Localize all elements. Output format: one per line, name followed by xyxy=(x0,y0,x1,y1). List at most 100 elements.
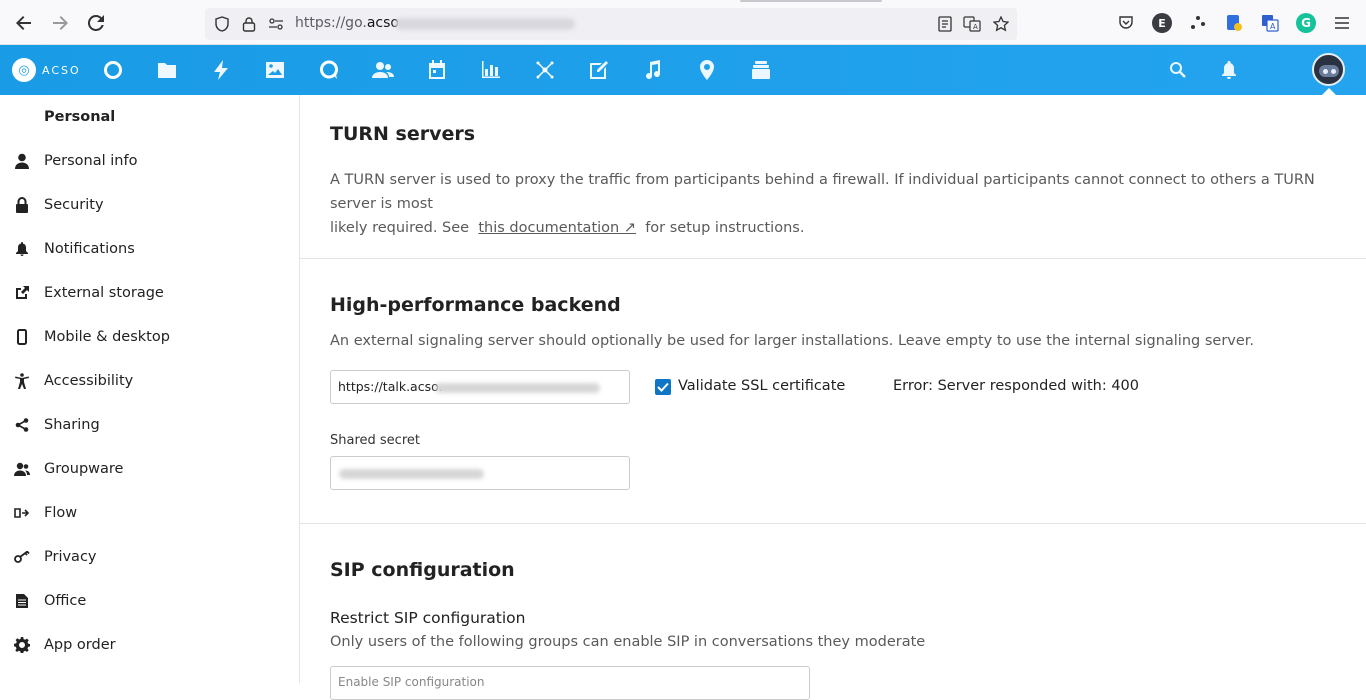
notes-icon[interactable] xyxy=(588,59,610,81)
signaling-server-value: https://talk.acso. xyxy=(338,379,443,394)
extension-e-icon[interactable]: E xyxy=(1152,13,1172,33)
grammarly-icon[interactable]: G xyxy=(1296,13,1316,33)
sidebar-item-label: App order xyxy=(44,637,116,653)
sidebar-item-notifications[interactable]: Notifications xyxy=(0,229,299,269)
sidebar-item-flow[interactable]: Flow xyxy=(0,493,299,533)
app-header: ◎ ACSO xyxy=(0,45,1366,95)
accessibility-icon xyxy=(13,372,31,390)
sidebar-item-groupware[interactable]: Groupware xyxy=(0,449,299,489)
permissions-icon[interactable] xyxy=(267,15,285,33)
validate-ssl-checkbox[interactable] xyxy=(655,379,671,395)
sidebar-item-privacy[interactable]: Privacy xyxy=(0,537,299,577)
validate-ssl-label[interactable]: Validate SSL certificate xyxy=(678,378,845,394)
shared-secret-input[interactable] xyxy=(330,456,630,490)
back-arrow-icon[interactable] xyxy=(12,11,36,35)
browser-toolbar: https://go.acso A E A G xyxy=(0,0,1366,45)
bell-icon xyxy=(13,240,31,258)
sidebar-item-label: External storage xyxy=(44,285,164,301)
share-icon xyxy=(13,416,31,434)
url-text: https://go.acso xyxy=(295,15,399,31)
restrict-sip-title: Restrict SIP configuration xyxy=(330,609,526,627)
analytics-icon[interactable] xyxy=(480,59,502,81)
sidebar-item-label: Office xyxy=(44,593,87,609)
sidebar-item-label: Mobile & desktop xyxy=(44,329,170,345)
calendar-icon[interactable] xyxy=(426,59,448,81)
sidebar-item-app-order[interactable]: App order xyxy=(0,625,299,665)
phone-icon xyxy=(13,328,31,346)
document-icon xyxy=(13,592,31,610)
activity-icon[interactable] xyxy=(210,59,232,81)
sidebar-item-label: Sharing xyxy=(44,417,100,433)
extension-translate-icon[interactable]: A xyxy=(1260,13,1280,33)
dashboard-icon[interactable] xyxy=(102,59,124,81)
pocket-icon[interactable] xyxy=(1116,13,1136,33)
turn-description-pre: likely required. See xyxy=(330,220,470,236)
sidebar-item-label: Flow xyxy=(44,505,78,521)
sidebar-item-office[interactable]: Office xyxy=(0,581,299,621)
lock-icon[interactable] xyxy=(240,15,258,33)
server-error-message: Error: Server responded with: 400 xyxy=(893,378,1139,394)
shared-secret-label: Shared secret xyxy=(330,433,420,448)
avatar[interactable] xyxy=(1312,53,1345,86)
reload-icon[interactable] xyxy=(84,11,108,35)
signaling-server-input[interactable]: https://talk.acso. xyxy=(330,370,630,404)
forward-arrow-icon[interactable] xyxy=(48,11,72,35)
sidebar-item-label: Accessibility xyxy=(44,373,134,389)
sidebar-item-mobile-desktop[interactable]: Mobile & desktop xyxy=(0,317,299,357)
restrict-sip-description: Only users of the following groups can e… xyxy=(330,634,926,650)
deck-icon[interactable] xyxy=(534,59,556,81)
main-content: TURN servers A TURN server is used to pr… xyxy=(300,95,1366,700)
logo-text: ACSO xyxy=(42,63,81,77)
tab-indicator xyxy=(740,0,882,2)
search-icon[interactable] xyxy=(1168,60,1188,80)
notifications-bell-icon[interactable] xyxy=(1219,60,1239,80)
user-icon xyxy=(13,152,31,170)
translate-icon[interactable]: A xyxy=(963,15,981,33)
url-bar[interactable]: https://go.acso A xyxy=(205,8,1017,40)
hpb-description: An external signaling server should opti… xyxy=(330,333,1255,349)
sidebar-item-label: Personal info xyxy=(44,153,138,169)
sidebar-item-accessibility[interactable]: Accessibility xyxy=(0,361,299,401)
sidebar-item-external-storage[interactable]: External storage xyxy=(0,273,299,313)
documentation-link[interactable]: this documentation ↗ xyxy=(478,220,636,236)
contacts-icon[interactable] xyxy=(372,59,394,81)
group-icon xyxy=(13,460,31,478)
svg-text:A: A xyxy=(973,23,978,31)
redacted-url xyxy=(395,18,575,30)
music-icon[interactable] xyxy=(642,59,664,81)
external-link-icon xyxy=(13,284,31,302)
turn-description-line2: likely required. See this documentation … xyxy=(330,216,1340,240)
maps-icon[interactable] xyxy=(696,59,718,81)
bookmark-star-icon[interactable] xyxy=(992,15,1010,33)
hamburger-menu-icon[interactable] xyxy=(1332,13,1352,33)
redacted-server-url xyxy=(435,383,600,393)
stacks-icon[interactable] xyxy=(750,59,772,81)
photos-icon[interactable] xyxy=(264,59,286,81)
turn-description-line1: A TURN server is used to proxy the traff… xyxy=(330,172,1315,212)
svg-text:A: A xyxy=(1270,22,1276,31)
turn-description-post: for setup instructions. xyxy=(645,220,805,236)
flow-icon xyxy=(13,504,31,522)
extension-color-icon[interactable] xyxy=(1224,13,1244,33)
shield-icon[interactable] xyxy=(213,15,231,33)
reader-view-icon[interactable] xyxy=(936,15,954,33)
section-divider xyxy=(300,258,1366,259)
key-icon xyxy=(13,548,31,566)
sidebar-item-label: Notifications xyxy=(44,241,135,257)
sip-configuration-title: SIP configuration xyxy=(330,559,515,581)
sidebar-item-sharing[interactable]: Sharing xyxy=(0,405,299,445)
logo[interactable]: ◎ ACSO xyxy=(12,58,81,82)
sip-groups-select[interactable]: Enable SIP configuration xyxy=(330,666,810,700)
logo-icon: ◎ xyxy=(12,58,36,82)
sidebar-item-security[interactable]: Security xyxy=(0,185,299,225)
sidebar-heading: Personal xyxy=(44,109,116,125)
lock-icon xyxy=(13,196,31,214)
sidebar-item-personal-info[interactable]: Personal info xyxy=(0,141,299,181)
settings-sidebar: Personal Personal info Security Notifica… xyxy=(0,95,300,683)
sip-groups-placeholder: Enable SIP configuration xyxy=(338,675,485,689)
talk-icon[interactable] xyxy=(318,59,340,81)
extension-dots-icon[interactable] xyxy=(1188,13,1208,33)
gear-icon xyxy=(13,636,31,654)
sidebar-item-label: Privacy xyxy=(44,549,97,565)
files-icon[interactable] xyxy=(156,59,178,81)
